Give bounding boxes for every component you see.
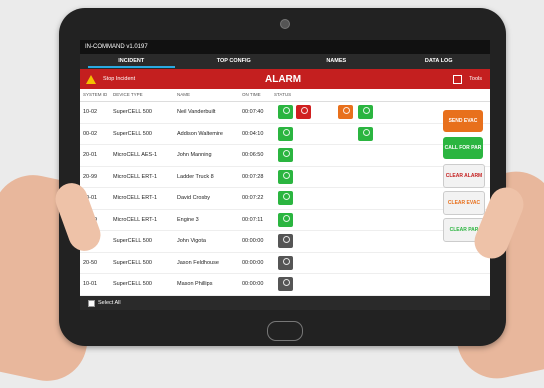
on-time: 00:04:10 <box>242 130 264 137</box>
status-cell <box>274 253 490 274</box>
send-evac-button[interactable]: SEND EVAC <box>443 110 483 132</box>
person-name: John Vigota <box>177 238 206 245</box>
system-id: 20-99 <box>83 173 98 180</box>
home-button[interactable] <box>267 321 303 341</box>
device-type: MicroCELL ERT-1 <box>113 173 158 180</box>
on-time: 00:00:00 <box>242 259 264 266</box>
table-row[interactable]: 20-03 SuperCELL 500 John Vigota 00:00:00 <box>80 231 490 253</box>
call-for-par-button[interactable]: CALL FOR PAR <box>443 137 483 159</box>
person-name: Jason Feldhouse <box>177 259 219 266</box>
col-device-type: DEVICE TYPE <box>113 92 143 97</box>
system-id: 10-01 <box>83 281 98 288</box>
system-id: 20-01 <box>83 152 98 159</box>
clear-evac-button[interactable]: CLEAR EVAC <box>443 191 485 215</box>
person-name: Engine 3 <box>177 216 199 223</box>
system-id: 10-02 <box>83 109 98 116</box>
person-name: John Manning <box>177 152 212 159</box>
status-par-button[interactable] <box>358 126 373 141</box>
tab-incident[interactable]: INCIDENT <box>80 54 183 69</box>
table-header: SYSTEM ID DEVICE TYPE NAME ON TIME STATU… <box>80 89 490 102</box>
device-type: SuperCELL 500 <box>113 259 152 266</box>
stop-incident-button[interactable]: Stop Incident <box>103 76 135 82</box>
person-name: Addison Waltemire <box>177 130 223 137</box>
camera-icon <box>280 19 290 29</box>
col-status: STATUS <box>274 92 292 97</box>
status-offline-button[interactable] <box>278 234 293 248</box>
table-row[interactable]: 30-01 MicroCELL ERT-1 David Crosby 00:07… <box>80 188 490 210</box>
status-alarm-button[interactable] <box>296 105 311 119</box>
device-type: SuperCELL 500 <box>113 238 152 245</box>
status-offline-button[interactable] <box>278 277 293 291</box>
status-ok-button[interactable] <box>278 148 293 162</box>
alarm-bar: Stop Incident ALARM Tools <box>80 69 490 89</box>
col-system-id: SYSTEM ID <box>83 92 108 97</box>
col-on-time: ON TIME <box>242 92 261 97</box>
checkbox-icon[interactable] <box>88 300 95 307</box>
table-row[interactable]: 10-02 SuperCELL 500 Neil Vanderbuilt 00:… <box>80 102 490 124</box>
clear-alarm-button[interactable]: CLEAR ALARM <box>443 164 485 188</box>
status-par-button[interactable] <box>358 105 373 119</box>
table-row[interactable]: 10-01 SuperCELL 500 Mason Phillips 00:00… <box>80 274 490 296</box>
exit-icon[interactable] <box>453 75 462 84</box>
on-time: 00:07:28 <box>242 173 264 180</box>
status-ok-button[interactable] <box>278 191 293 205</box>
on-time: 00:00:00 <box>242 281 264 288</box>
person-name: Neil Vanderbuilt <box>177 109 216 116</box>
bottom-bar: Select All <box>80 296 490 310</box>
on-time: 00:07:11 <box>242 216 264 223</box>
select-all-label[interactable]: Select All <box>98 300 121 306</box>
table-row[interactable]: 20-50 SuperCELL 500 Jason Feldhouse 00:0… <box>80 253 490 274</box>
tab-top-config[interactable]: TOP CONFIG <box>183 54 286 69</box>
tab-bar: INCIDENT TOP CONFIG NAMES DATA LOG <box>80 54 490 69</box>
person-name: David Crosby <box>177 195 211 202</box>
status-ok-button[interactable] <box>278 126 293 141</box>
table-row[interactable]: 20-99 MicroCELL ERT-1 Ladder Truck 8 00:… <box>80 167 490 188</box>
table-row[interactable]: 30-99 MicroCELL ERT-1 Engine 3 00:07:11 <box>80 210 490 231</box>
tools-button[interactable]: Tools <box>469 76 482 82</box>
on-time: 00:07:40 <box>242 109 264 116</box>
device-type: MicroCELL ERT-1 <box>113 195 158 202</box>
status-evac-button[interactable] <box>338 105 353 119</box>
on-time: 00:06:50 <box>242 152 264 159</box>
tab-data-log[interactable]: DATA LOG <box>388 54 491 69</box>
person-name: Ladder Truck 8 <box>177 173 214 180</box>
table-row[interactable]: 20-01 MicroCELL AES-1 John Manning 00:06… <box>80 145 490 167</box>
alarm-title: ALARM <box>265 73 302 85</box>
system-id: 00-02 <box>83 130 98 137</box>
device-type: SuperCELL 500 <box>113 130 152 137</box>
on-time: 00:07:22 <box>242 195 264 202</box>
tab-names[interactable]: NAMES <box>285 54 388 69</box>
warning-icon[interactable] <box>86 74 96 84</box>
status-ok-button[interactable] <box>278 212 293 227</box>
system-id: 20-50 <box>83 259 98 266</box>
status-offline-button[interactable] <box>278 255 293 270</box>
device-type: SuperCELL 500 <box>113 281 152 288</box>
on-time: 00:00:00 <box>242 238 264 245</box>
table-row[interactable]: 00-02 SuperCELL 500 Addison Waltemire 00… <box>80 124 490 145</box>
status-ok-button[interactable] <box>278 169 293 184</box>
app-screen: IN-COMMAND v1.0197 INCIDENT TOP CONFIG N… <box>80 40 490 310</box>
device-type: SuperCELL 500 <box>113 109 152 116</box>
app-title: IN-COMMAND v1.0197 <box>80 40 490 54</box>
status-ok-button[interactable] <box>278 105 293 119</box>
col-name: NAME <box>177 92 191 97</box>
status-cell <box>274 274 490 295</box>
device-type: MicroCELL ERT-1 <box>113 216 158 223</box>
person-name: Mason Phillips <box>177 281 213 288</box>
device-type: MicroCELL AES-1 <box>113 152 158 159</box>
